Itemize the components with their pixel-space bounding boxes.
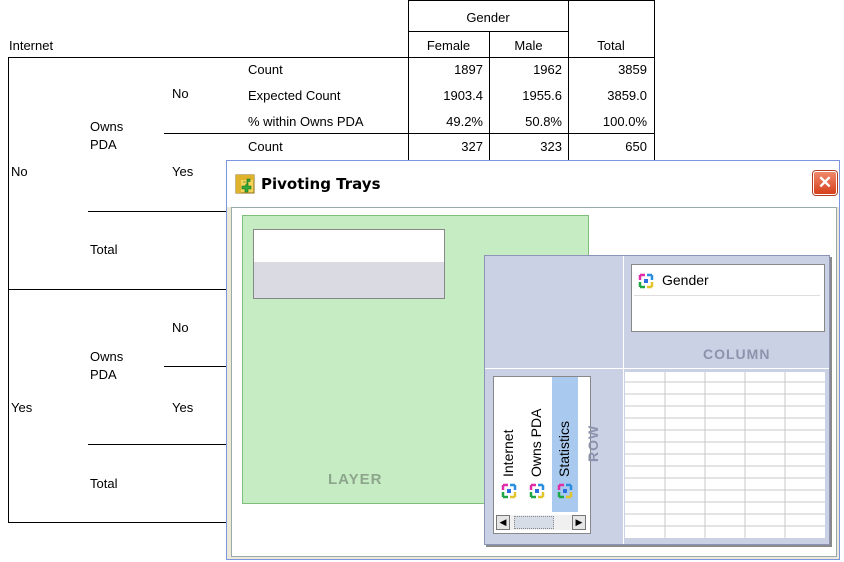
scroll-thumb[interactable] — [514, 516, 554, 529]
row-label: ROW — [585, 424, 601, 462]
total-label-1: Total — [90, 242, 118, 257]
layer-drop-box[interactable] — [253, 229, 445, 299]
female-header: Female — [426, 38, 471, 53]
internet-header: Internet — [9, 38, 54, 53]
pivot-icon — [501, 483, 517, 502]
cell-total: 650 — [625, 139, 647, 154]
male-header: Male — [514, 38, 543, 53]
column-label: COLUMN — [703, 346, 771, 362]
row-item-label: Statistics — [556, 420, 572, 477]
owns-yes-label-2: Yes — [172, 400, 194, 415]
row-item-label: Internet — [500, 429, 516, 477]
total-header: Total — [597, 38, 625, 53]
row-item-statistics[interactable]: Statistics — [552, 377, 578, 512]
pivot-icon — [557, 483, 573, 502]
title-bar[interactable]: Pivoting Trays ✕ — [227, 161, 839, 207]
cell-total: 3859 — [618, 62, 647, 77]
stat-pct-label: % within Owns PDA — [248, 114, 364, 129]
pivot-icon — [638, 273, 654, 292]
window-title: Pivoting Trays — [261, 175, 381, 193]
cell-total: 3859.0 — [607, 88, 647, 103]
cell-male: 323 — [540, 139, 562, 154]
column-item-gender[interactable]: Gender — [634, 267, 820, 296]
cell-female: 327 — [461, 139, 483, 154]
row-tray[interactable]: Internet Owns PDA Statistics ◀ ▶ — [493, 376, 591, 534]
trays-client-area: LAYER Gender COLUMN Internet Owns PDA St… — [231, 207, 837, 557]
layer-label: LAYER — [328, 471, 383, 488]
pivot-grid-preview — [625, 372, 825, 538]
column-item-label: Gender — [662, 272, 709, 288]
pivot-icon — [529, 483, 545, 502]
pivot-app-icon — [235, 174, 255, 197]
owns-no-label-1: No — [172, 86, 189, 101]
pivoting-trays-window: Pivoting Trays ✕ LAYER Gender COLUMN Int… — [226, 160, 840, 560]
close-button[interactable]: ✕ — [813, 171, 837, 195]
owns-no-label-2: No — [172, 320, 189, 335]
internet-yes-label: Yes — [11, 400, 33, 415]
cell-male: 50.8% — [525, 114, 562, 129]
scroll-right-button[interactable]: ▶ — [572, 515, 586, 530]
row-tray-scrollbar[interactable]: ◀ ▶ — [496, 515, 586, 530]
cell-female: 1897 — [454, 62, 483, 77]
pivot-area: Gender COLUMN Internet Owns PDA Statisti… — [484, 255, 830, 545]
stat-count-label-2: Count — [248, 139, 283, 154]
cell-female: 1903.4 — [443, 88, 483, 103]
gender-header: Gender — [466, 10, 510, 25]
stat-count-label: Count — [248, 62, 283, 77]
row-item-owns-pda[interactable]: Owns PDA — [524, 377, 550, 512]
internet-no-label: No — [11, 164, 28, 179]
owns-yes-label-1: Yes — [172, 164, 194, 179]
cell-female: 49.2% — [446, 114, 483, 129]
owns-pda-label-1: Owns PDA — [90, 119, 124, 152]
row-item-internet[interactable]: Internet — [496, 377, 522, 512]
tray-divider-horizontal — [485, 368, 829, 369]
cell-male: 1962 — [533, 62, 562, 77]
tray-divider-vertical — [623, 256, 624, 544]
layer-drop-box-lower — [254, 262, 444, 298]
stat-expected-label: Expected Count — [248, 88, 341, 103]
row-item-label: Owns PDA — [528, 408, 544, 477]
cell-male: 1955.6 — [522, 88, 562, 103]
owns-pda-label-2: Owns PDA — [90, 349, 124, 382]
scroll-left-button[interactable]: ◀ — [496, 515, 510, 530]
total-label-2: Total — [90, 476, 118, 491]
column-tray[interactable]: Gender — [631, 264, 825, 332]
cell-total: 100.0% — [602, 114, 647, 129]
